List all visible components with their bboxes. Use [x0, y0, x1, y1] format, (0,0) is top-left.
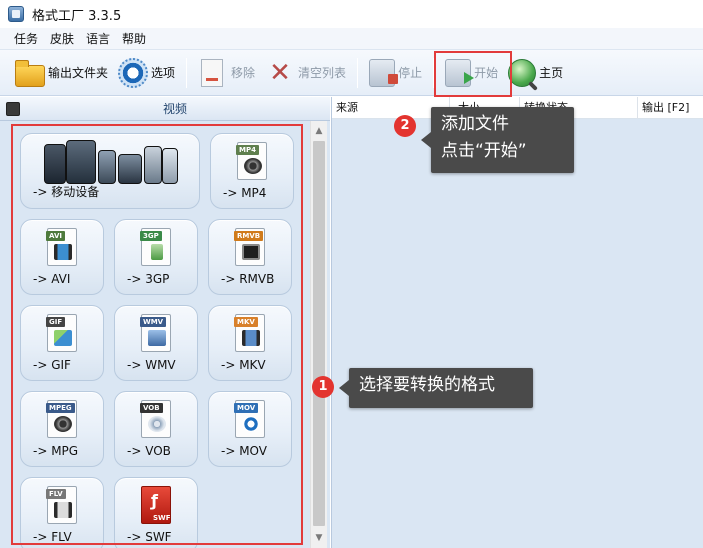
stop-icon [369, 58, 399, 87]
menu-skin[interactable]: 皮肤 [50, 30, 74, 47]
step-1-badge: 1 [312, 376, 334, 398]
menu-bar: 任务 皮肤 语言 帮助 [0, 28, 703, 50]
gear-icon [118, 57, 149, 88]
remove-document-icon [201, 58, 224, 87]
stop-label: 停止 [398, 66, 423, 80]
step-1-callout: 选择要转换的格式 [349, 368, 533, 408]
app-logo-icon [8, 6, 24, 22]
video-category-header[interactable]: 视频 [0, 97, 330, 121]
scroll-up-arrow-icon[interactable]: ▲ [311, 123, 327, 139]
start-button-highlight [434, 51, 512, 97]
remove-button[interactable]: 移除 [193, 55, 260, 91]
step-2-badge: 2 [394, 115, 416, 137]
home-button[interactable]: 主页 [503, 55, 568, 91]
step-1-line-1: 选择要转换的格式 [359, 375, 495, 395]
toolbar: 输出文件夹 选项 移除 ✕ 清空列表 停止 开始 主页 [0, 50, 703, 96]
format-panel-scrollbar[interactable]: ▲ ▼ [310, 121, 327, 548]
step-2-callout: 添加文件 点击“开始” [431, 107, 574, 173]
film-icon [6, 101, 20, 116]
options-button[interactable]: 选项 [113, 55, 180, 91]
scroll-down-arrow-icon[interactable]: ▼ [311, 530, 327, 546]
home-globe-icon [508, 58, 537, 87]
output-folder-button[interactable]: 输出文件夹 [10, 55, 113, 91]
menu-help[interactable]: 帮助 [122, 30, 146, 47]
stop-button[interactable]: 停止 [364, 55, 427, 91]
toolbar-divider [357, 57, 359, 88]
folder-icon [15, 59, 45, 87]
window-title: 格式工厂 3.3.5 [32, 8, 122, 24]
title-bar: 格式工厂 3.3.5 [0, 0, 703, 28]
options-label: 选项 [151, 66, 176, 80]
menu-language[interactable]: 语言 [86, 30, 110, 47]
menu-task[interactable]: 任务 [14, 30, 38, 47]
step-2-line-2: 点击“开始” [441, 141, 527, 161]
home-label: 主页 [539, 66, 564, 80]
clear-list-button[interactable]: ✕ 清空列表 [260, 55, 351, 91]
remove-label: 移除 [231, 66, 256, 80]
column-output[interactable]: 输出 [F2] [638, 97, 703, 119]
clear-x-icon: ✕ [269, 57, 291, 88]
output-folder-label: 输出文件夹 [48, 66, 109, 80]
video-category-title: 视频 [162, 102, 187, 116]
toolbar-divider [186, 57, 188, 88]
format-grid-highlight [11, 124, 303, 545]
step-2-line-1: 添加文件 [441, 114, 509, 134]
clear-list-label: 清空列表 [298, 66, 347, 80]
scroll-thumb[interactable] [313, 141, 325, 526]
